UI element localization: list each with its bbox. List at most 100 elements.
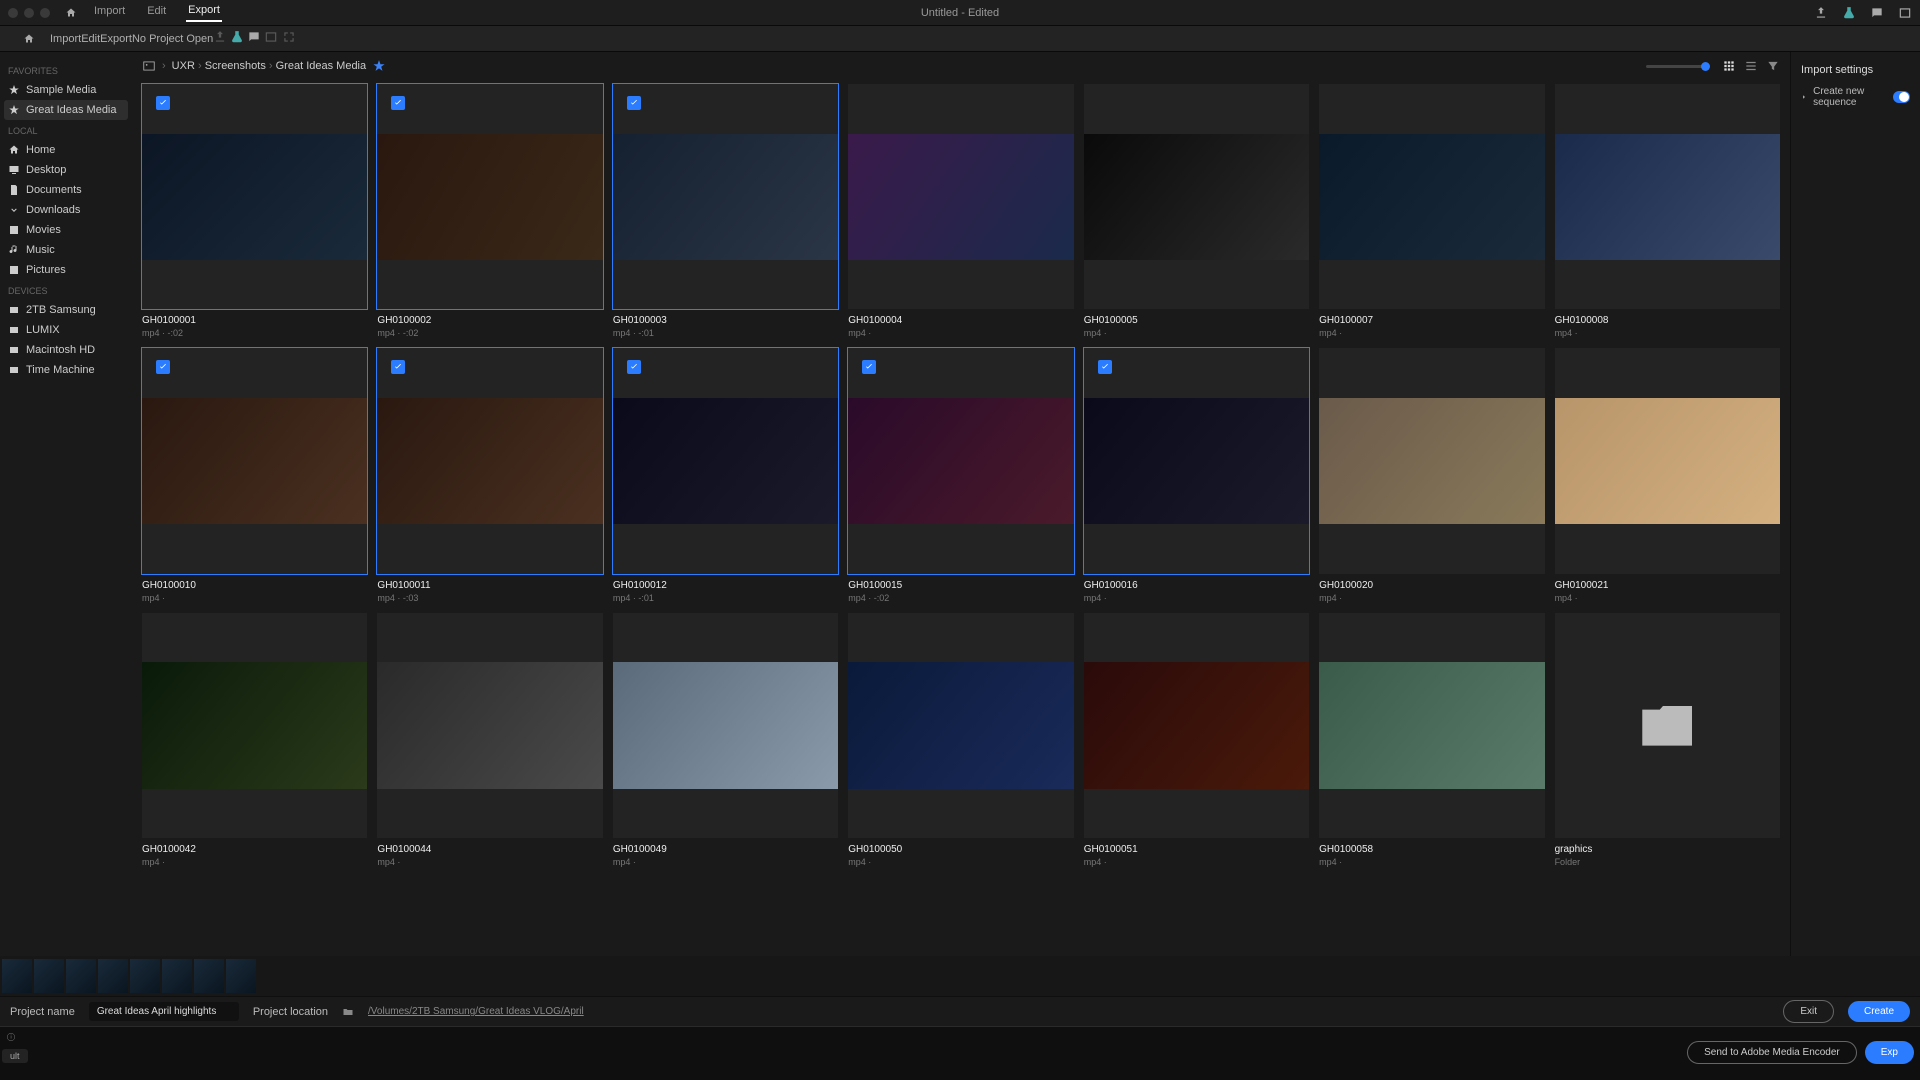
home-icon[interactable] bbox=[64, 7, 78, 19]
thumbnail bbox=[1319, 662, 1544, 788]
media-card-gh0100021[interactable]: GH0100021mp4 · bbox=[1555, 348, 1780, 602]
strip-thumb[interactable] bbox=[226, 959, 256, 993]
tab-edit[interactable]: Edit bbox=[81, 33, 100, 45]
star-icon bbox=[8, 104, 20, 116]
project-location-path[interactable]: /Volumes/2TB Samsung/Great Ideas VLOG/Ap… bbox=[368, 1006, 584, 1017]
chat-icon[interactable] bbox=[1870, 6, 1884, 20]
media-card-gh0100050[interactable]: GH0100050mp4 · bbox=[848, 613, 1073, 867]
clip-meta: mp4 · bbox=[142, 593, 367, 603]
thumbnail-size-slider[interactable] bbox=[1646, 65, 1706, 68]
media-card-gh0100044[interactable]: GH0100044mp4 · bbox=[377, 613, 602, 867]
create-button[interactable]: Create bbox=[1848, 1001, 1910, 1022]
create-new-sequence-row[interactable]: Create new sequence bbox=[1801, 86, 1910, 108]
sidebar-item-time-machine[interactable]: Time Machine bbox=[0, 360, 132, 380]
project-name-input[interactable] bbox=[89, 1002, 239, 1021]
clip-meta: mp4 · bbox=[1084, 857, 1309, 867]
media-card-gh0100008[interactable]: GH0100008mp4 · bbox=[1555, 84, 1780, 338]
beaker-icon-2[interactable] bbox=[230, 30, 244, 44]
list-view-icon[interactable] bbox=[1744, 59, 1758, 73]
selection-check-icon[interactable] bbox=[391, 360, 405, 374]
media-card-gh0100011[interactable]: GH0100011mp4 · -:03 bbox=[377, 348, 602, 602]
strip-thumb[interactable] bbox=[98, 959, 128, 993]
media-card-gh0100051[interactable]: GH0100051mp4 · bbox=[1084, 613, 1309, 867]
breadcrumb-uxr[interactable]: UXR bbox=[172, 60, 195, 72]
thumbnail bbox=[1319, 134, 1544, 260]
strip-thumb[interactable] bbox=[34, 959, 64, 993]
selection-check-icon[interactable] bbox=[156, 96, 170, 110]
sidebar-item-downloads[interactable]: Downloads bbox=[0, 200, 132, 220]
sidebar-item-2tb-samsung[interactable]: 2TB Samsung bbox=[0, 300, 132, 320]
selection-check-icon[interactable] bbox=[627, 360, 641, 374]
media-card-gh0100004[interactable]: GH0100004mp4 · bbox=[848, 84, 1073, 338]
selection-check-icon[interactable] bbox=[391, 96, 405, 110]
tab-edit[interactable]: Edit bbox=[145, 5, 168, 21]
media-card-gh0100012[interactable]: GH0100012mp4 · -:01 bbox=[613, 348, 838, 602]
tab-export[interactable]: Export bbox=[186, 4, 222, 22]
beaker-icon[interactable] bbox=[1842, 6, 1856, 20]
preset-label[interactable]: ult bbox=[2, 1049, 28, 1063]
sidebar-item-macintosh-hd[interactable]: Macintosh HD bbox=[0, 340, 132, 360]
share-icon[interactable] bbox=[1814, 6, 1828, 20]
window-icon[interactable] bbox=[1898, 6, 1912, 20]
breadcrumb-bar: › UXR › Screenshots › Great Ideas Media bbox=[132, 52, 1790, 80]
window-icon-2[interactable] bbox=[264, 30, 278, 44]
thumbnail bbox=[1084, 134, 1309, 260]
media-card-gh0100058[interactable]: GH0100058mp4 · bbox=[1319, 613, 1544, 867]
media-card-gh0100003[interactable]: GH0100003mp4 · -:01 bbox=[613, 84, 838, 338]
breadcrumb-screenshots[interactable]: Screenshots bbox=[205, 60, 266, 72]
strip-thumb[interactable] bbox=[66, 959, 96, 993]
clip-name: graphics bbox=[1555, 844, 1780, 855]
tab-import[interactable]: Import bbox=[50, 33, 81, 45]
fullscreen-icon[interactable] bbox=[282, 30, 296, 44]
media-card-gh0100016[interactable]: GH0100016mp4 · bbox=[1084, 348, 1309, 602]
media-card-gh0100001[interactable]: GH0100001mp4 · -:02 bbox=[142, 84, 367, 338]
grid-view-icon[interactable] bbox=[1722, 59, 1736, 73]
favorite-star-icon[interactable] bbox=[372, 59, 386, 73]
media-card-gh0100042[interactable]: GH0100042mp4 · bbox=[142, 613, 367, 867]
strip-thumb[interactable] bbox=[162, 959, 192, 993]
sidebar-item-sample-media[interactable]: Sample Media bbox=[0, 80, 132, 100]
breadcrumb-great-ideas-media[interactable]: Great Ideas Media bbox=[276, 60, 367, 72]
clip-meta: mp4 · -:03 bbox=[377, 593, 602, 603]
thumbnail bbox=[613, 662, 838, 788]
desktop-icon bbox=[8, 164, 20, 176]
media-browser-icon[interactable] bbox=[142, 59, 156, 73]
media-card-gh0100020[interactable]: GH0100020mp4 · bbox=[1319, 348, 1544, 602]
sidebar-item-desktop[interactable]: Desktop bbox=[0, 160, 132, 180]
tab-export[interactable]: Export bbox=[100, 33, 132, 45]
home-icon-2[interactable] bbox=[22, 33, 36, 45]
media-card-gh0100015[interactable]: GH0100015mp4 · -:02 bbox=[848, 348, 1073, 602]
media-card-gh0100005[interactable]: GH0100005mp4 · bbox=[1084, 84, 1309, 338]
sidebar-item-lumix[interactable]: LUMIX bbox=[0, 320, 132, 340]
import-settings-title: Import settings bbox=[1801, 64, 1910, 76]
share-icon-2[interactable] bbox=[213, 30, 227, 44]
sidebar-item-pictures[interactable]: Pictures bbox=[0, 260, 132, 280]
media-card-graphics[interactable]: graphicsFolder bbox=[1555, 613, 1780, 867]
selection-check-icon[interactable] bbox=[1098, 360, 1112, 374]
info-icon[interactable]: i bbox=[6, 1032, 16, 1042]
chat-icon-2[interactable] bbox=[247, 30, 261, 44]
strip-thumb[interactable] bbox=[2, 959, 32, 993]
media-card-gh0100002[interactable]: GH0100002mp4 · -:02 bbox=[377, 84, 602, 338]
tab-import[interactable]: Import bbox=[92, 5, 127, 21]
sidebar-item-movies[interactable]: Movies bbox=[0, 220, 132, 240]
create-new-sequence-toggle[interactable] bbox=[1893, 91, 1910, 103]
media-card-gh0100010[interactable]: GH0100010mp4 · bbox=[142, 348, 367, 602]
sidebar-item-home[interactable]: Home bbox=[0, 140, 132, 160]
media-card-gh0100007[interactable]: GH0100007mp4 · bbox=[1319, 84, 1544, 338]
filter-icon[interactable] bbox=[1766, 59, 1780, 73]
clip-meta: mp4 · bbox=[142, 857, 367, 867]
media-card-gh0100049[interactable]: GH0100049mp4 · bbox=[613, 613, 838, 867]
selection-check-icon[interactable] bbox=[862, 360, 876, 374]
exit-button[interactable]: Exit bbox=[1783, 1000, 1834, 1023]
selection-check-icon[interactable] bbox=[627, 96, 641, 110]
sidebar-item-music[interactable]: Music bbox=[0, 240, 132, 260]
strip-thumb[interactable] bbox=[194, 959, 224, 993]
project-name-label: Project name bbox=[10, 1006, 75, 1018]
sidebar-item-great-ideas-media[interactable]: Great Ideas Media bbox=[4, 100, 128, 120]
send-to-encoder-button[interactable]: Send to Adobe Media Encoder bbox=[1687, 1041, 1857, 1064]
export-button[interactable]: Exp bbox=[1865, 1041, 1914, 1064]
sidebar-item-documents[interactable]: Documents bbox=[0, 180, 132, 200]
selection-check-icon[interactable] bbox=[156, 360, 170, 374]
strip-thumb[interactable] bbox=[130, 959, 160, 993]
